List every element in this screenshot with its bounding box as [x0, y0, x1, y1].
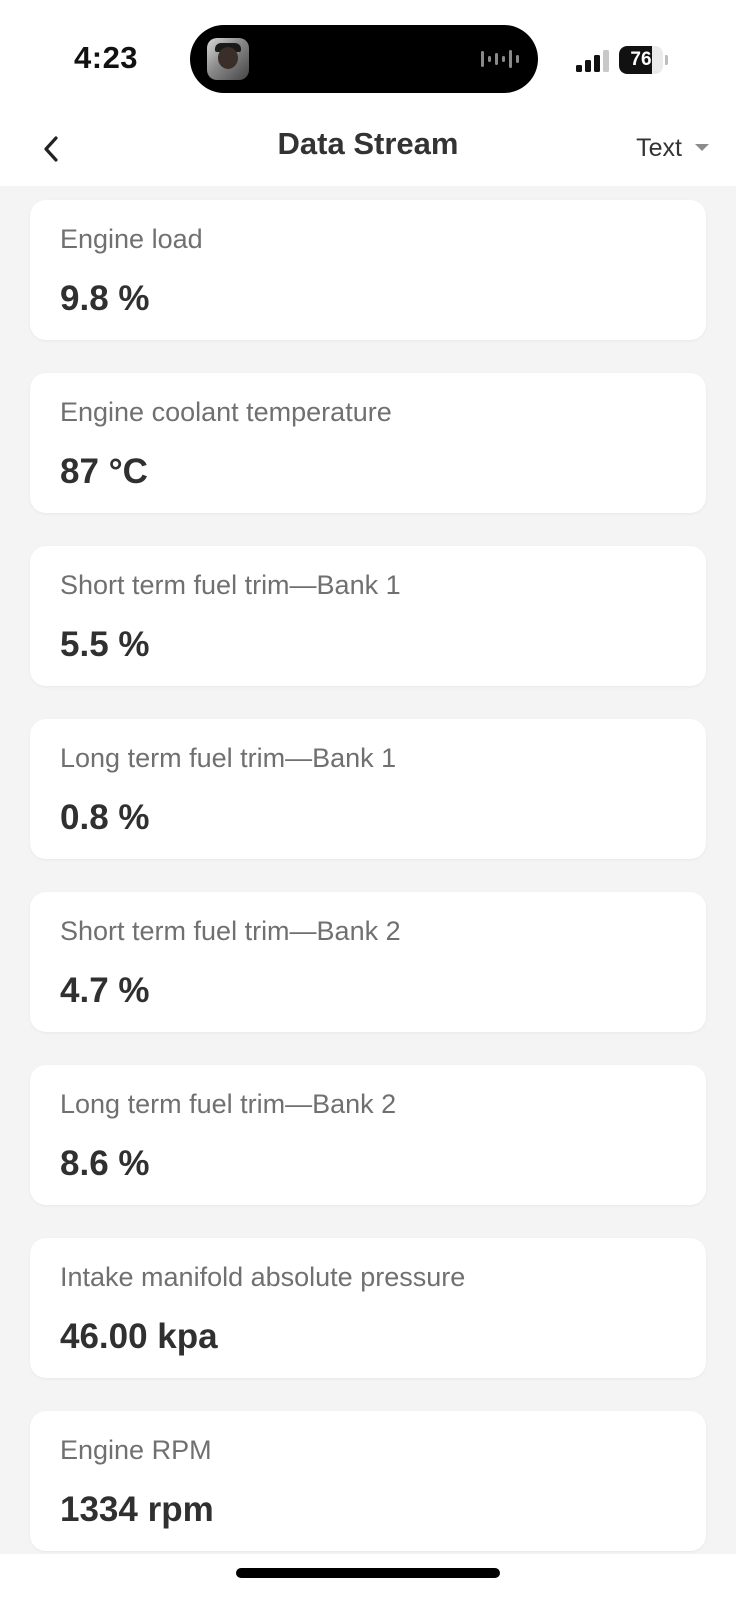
- now-playing-artwork: [207, 38, 249, 80]
- navigation-bar: Data Stream Text: [0, 112, 736, 186]
- data-stream-item: Short term fuel trim—Bank 1 5.5 %: [30, 546, 706, 686]
- parameter-value: 0.8 %: [60, 798, 150, 837]
- status-bar: 4:23 76: [0, 0, 736, 112]
- data-stream-list[interactable]: Engine load 9.8 % Engine coolant tempera…: [0, 186, 736, 1554]
- caret-down-icon: [695, 144, 709, 151]
- parameter-value: 1334 rpm: [60, 1490, 214, 1529]
- parameter-value: 46.00 kpa: [60, 1317, 218, 1356]
- back-button[interactable]: [34, 124, 78, 174]
- chevron-left-icon: [44, 136, 58, 162]
- dynamic-island[interactable]: [190, 25, 538, 93]
- page-title: Data Stream: [277, 126, 459, 161]
- bottom-safe-area: [0, 1554, 736, 1600]
- parameter-name: Short term fuel trim—Bank 2: [60, 916, 401, 946]
- parameter-name: Long term fuel trim—Bank 1: [60, 743, 397, 773]
- data-stream-item: Short term fuel trim—Bank 2 4.7 %: [30, 892, 706, 1032]
- parameter-name: Intake manifold absolute pressure: [60, 1262, 466, 1292]
- parameter-value: 4.7 %: [60, 971, 150, 1010]
- battery-percentage: 76: [630, 49, 652, 70]
- parameter-name: Engine load: [60, 224, 203, 254]
- home-indicator[interactable]: [236, 1568, 500, 1578]
- audio-waveform-icon: [481, 50, 519, 68]
- parameter-name: Engine RPM: [60, 1435, 212, 1465]
- battery-icon: 76: [619, 46, 668, 74]
- data-stream-item: Long term fuel trim—Bank 1 0.8 %: [30, 719, 706, 859]
- parameter-name: Long term fuel trim—Bank 2: [60, 1089, 397, 1119]
- data-stream-item: Engine load 9.8 %: [30, 200, 706, 340]
- data-stream-item: Engine RPM 1334 rpm: [30, 1411, 706, 1551]
- parameter-name: Short term fuel trim—Bank 1: [60, 570, 401, 600]
- view-mode-dropdown[interactable]: Text: [636, 126, 710, 170]
- data-stream-item: Long term fuel trim—Bank 2 8.6 %: [30, 1065, 706, 1205]
- parameter-value: 9.8 %: [60, 279, 150, 318]
- status-time: 4:23: [74, 40, 139, 75]
- data-stream-item: Engine coolant temperature 87 °C: [30, 373, 706, 513]
- parameter-name: Engine coolant temperature: [60, 397, 392, 427]
- view-mode-label: Text: [636, 133, 682, 162]
- parameter-value: 5.5 %: [60, 625, 150, 664]
- cellular-signal-icon: [576, 50, 609, 72]
- parameter-value: 8.6 %: [60, 1144, 150, 1183]
- data-stream-item: Intake manifold absolute pressure 46.00 …: [30, 1238, 706, 1378]
- parameter-value: 87 °C: [60, 452, 148, 491]
